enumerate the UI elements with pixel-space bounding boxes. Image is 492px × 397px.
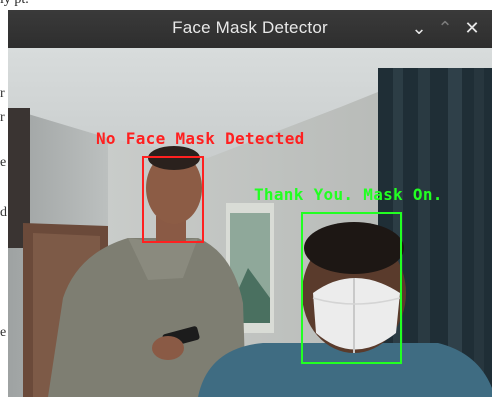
background-fragment: r — [0, 110, 5, 125]
app-window: Face Mask Detector ⌄ ⌃ ✕ No Face Mask De… — [8, 10, 492, 397]
background-text: ly pt. — [0, 0, 29, 8]
background-fragment: e — [0, 325, 7, 340]
camera-frame-image — [8, 48, 492, 397]
chevron-down-icon: ⌄ — [411, 18, 427, 38]
detection-box-mask-on — [301, 212, 402, 364]
close-icon: ✕ — [464, 18, 480, 38]
detection-box-no-mask — [142, 156, 204, 243]
title-bar[interactable]: Face Mask Detector ⌄ ⌃ ✕ — [8, 10, 492, 48]
close-button[interactable]: ✕ — [461, 16, 483, 40]
background-fragment: r — [0, 86, 5, 101]
camera-feed: No Face Mask Detected Thank You. Mask On… — [8, 48, 492, 397]
background-fragment: d — [0, 205, 7, 220]
detection-label-mask-on: Thank You. Mask On. — [254, 185, 443, 204]
detection-label-no-mask: No Face Mask Detected — [96, 129, 305, 148]
maximize-button[interactable]: ⌃ — [434, 16, 456, 40]
chevron-up-icon: ⌃ — [437, 18, 453, 38]
background-fragment: e — [0, 155, 7, 170]
minimize-button[interactable]: ⌄ — [408, 16, 430, 40]
